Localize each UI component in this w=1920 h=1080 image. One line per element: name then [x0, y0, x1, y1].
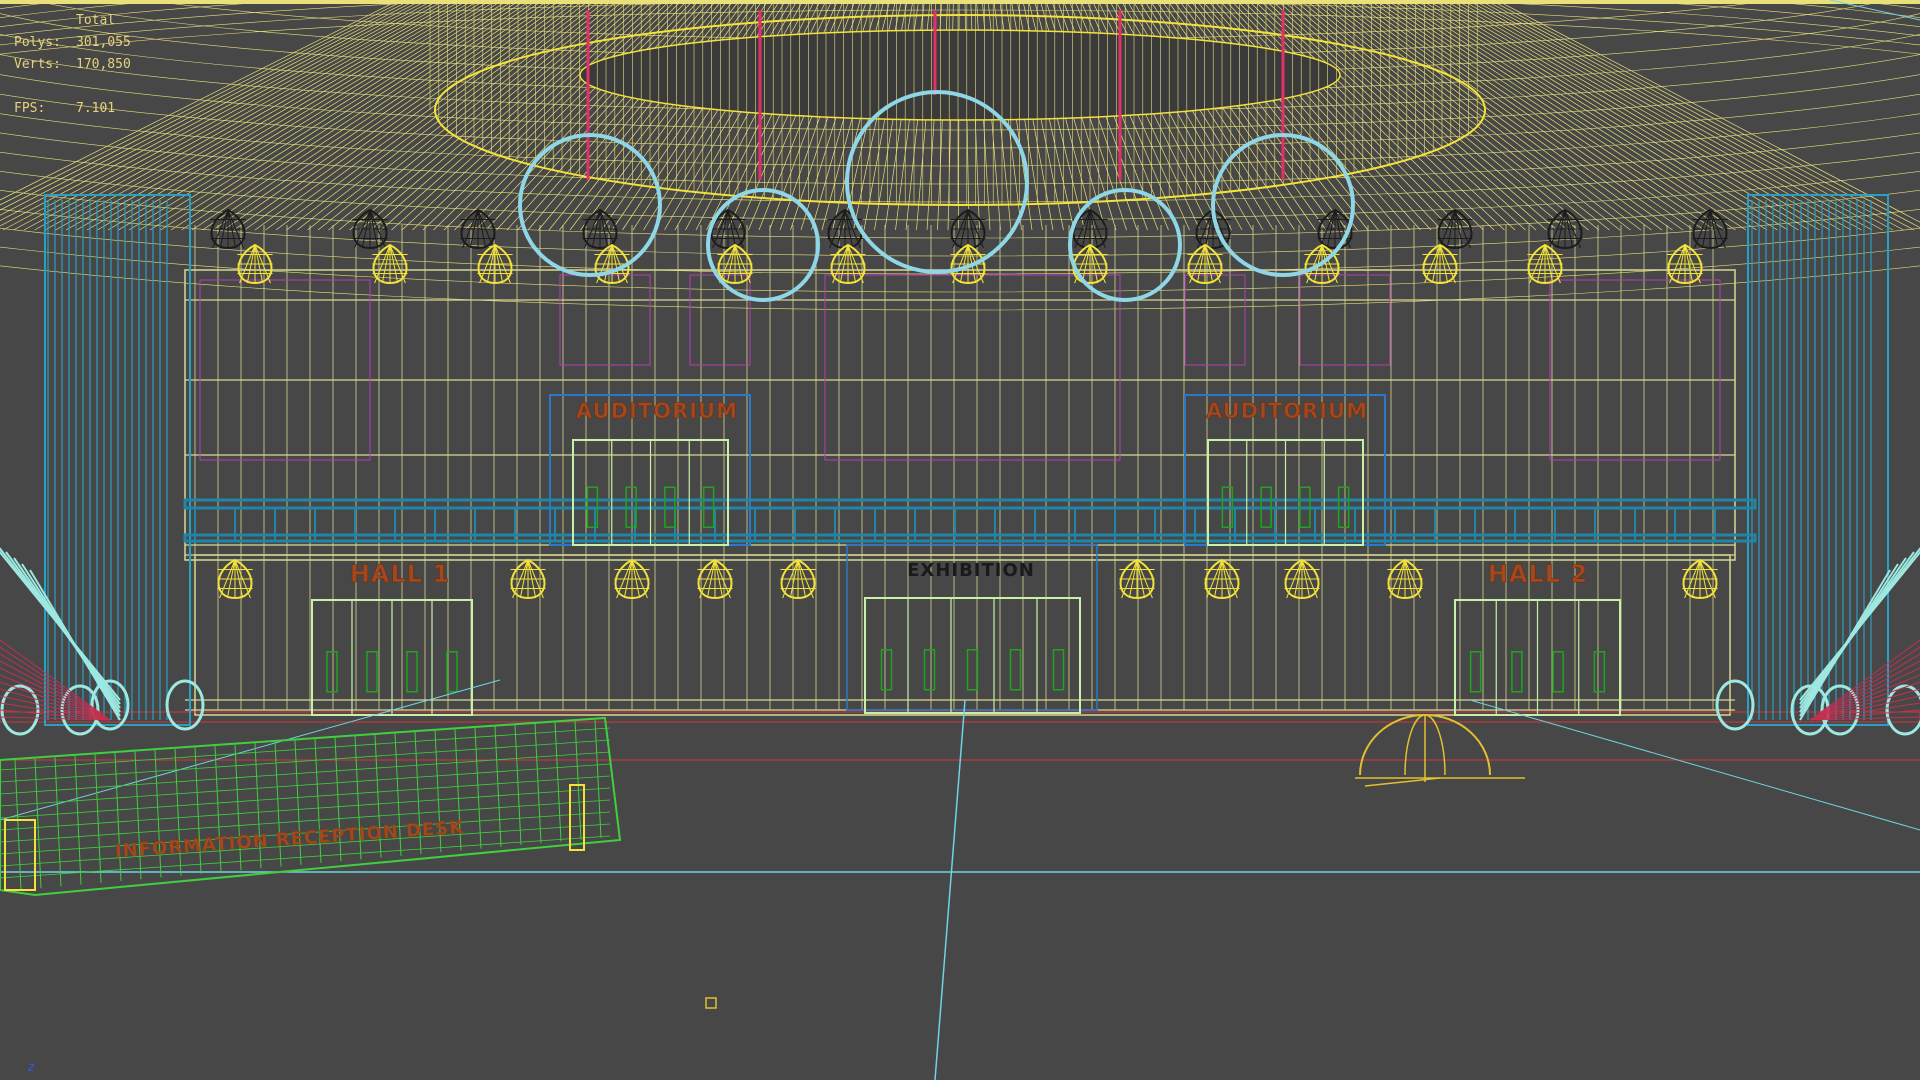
pendant-light [1682, 558, 1718, 600]
pendant-light [950, 208, 986, 250]
pendant-light [210, 208, 246, 250]
right-column-block [1747, 194, 1889, 726]
sign-exhibition: EXHIBITION [907, 560, 1035, 581]
desk-slat [494, 726, 502, 847]
reception-desk[interactable] [0, 716, 622, 897]
pendant-light [950, 243, 986, 285]
accent-panel [1549, 279, 1721, 461]
pendant-light [697, 558, 733, 600]
door-frame [864, 597, 1081, 714]
pendant-light [1387, 558, 1423, 600]
escalator-step [1809, 646, 1920, 721]
door-handle [406, 651, 418, 693]
desk-end-cap [569, 784, 585, 851]
pendant-light [217, 558, 253, 600]
pendant-light [1422, 243, 1458, 285]
sign-hall-2: HALL 2 [1488, 560, 1588, 588]
pendant-light [1547, 208, 1583, 250]
ring-light [706, 188, 820, 302]
vertical-helper [934, 699, 966, 1080]
door-handle [1552, 651, 1564, 693]
desk-slat [14, 759, 22, 891]
sign-auditorium-left: AUDITORIUM [576, 399, 738, 423]
desk-rail [0, 739, 611, 783]
pendant-light [1187, 243, 1223, 285]
sign-hall-1: HALL 1 [350, 560, 450, 588]
pendant-light [352, 208, 388, 250]
ceiling-edge [0, 0, 1920, 4]
railing-top [183, 498, 1757, 510]
pendant-light [1119, 558, 1155, 600]
pendant-light [780, 558, 816, 600]
accent-panel [199, 279, 371, 461]
railing-bottom [183, 533, 1757, 543]
perspective-viewport[interactable]: AUDITORIUM AUDITORIUM HALL 1 EXHIBITION … [0, 0, 1920, 1080]
door-handle [880, 649, 893, 691]
pendant-light [1204, 558, 1240, 600]
door-handle [366, 651, 378, 693]
sign-reception: INFORMATION RECEPTION DESK [114, 817, 465, 862]
sign-auditorium-right: AUDITORIUM [1206, 399, 1368, 423]
desk-slat [514, 724, 522, 846]
desk-slat [474, 727, 482, 849]
diagonal-helper [1469, 699, 1920, 831]
pendant-light [582, 208, 618, 250]
pendant-light [460, 208, 496, 250]
accent-panel [824, 274, 1121, 461]
marker-square [705, 997, 717, 1009]
pendant-light [1692, 208, 1728, 250]
upper-facade-frame [184, 269, 1736, 561]
dome-base [1364, 777, 1441, 787]
pendant-light [477, 243, 513, 285]
desk-slat [554, 722, 562, 842]
ring-light [1068, 188, 1182, 302]
dome-object[interactable] [1355, 714, 1525, 787]
accent-panel [689, 274, 751, 366]
pendant-light [1527, 243, 1563, 285]
desk-slat [534, 723, 542, 844]
pendant-light [1284, 558, 1320, 600]
pendant-light [614, 558, 650, 600]
door-handle [326, 651, 338, 693]
desk-end-cap [4, 819, 36, 891]
desk-slat [54, 757, 62, 887]
door-handle [966, 649, 979, 691]
door-handle [1511, 651, 1523, 693]
desk-outline [0, 716, 622, 897]
door-handle [1009, 649, 1022, 691]
door-handle [1593, 651, 1606, 693]
pendant-light [1437, 208, 1473, 250]
mezzanine-railing [183, 498, 1757, 543]
desk-slat [594, 719, 602, 838]
pendant-light [1072, 243, 1108, 285]
axis-gizmo-label: z [28, 1060, 35, 1074]
wireframe-scene[interactable]: AUDITORIUM AUDITORIUM HALL 1 EXHIBITION … [0, 0, 1920, 1080]
facade-wireframe [0, 225, 1920, 723]
accent-panel [1184, 274, 1246, 366]
desk-slat [94, 754, 102, 883]
door-handle [446, 651, 458, 693]
desk-slat [74, 755, 82, 885]
central-chandelier[interactable] [429, 0, 1486, 206]
desk-slat [574, 720, 582, 840]
pendant-light [827, 208, 863, 250]
pendant-light [830, 243, 866, 285]
door-handle [1469, 651, 1482, 693]
door-handle [923, 649, 936, 691]
door-handle [1052, 649, 1065, 691]
accent-panel [559, 274, 651, 366]
